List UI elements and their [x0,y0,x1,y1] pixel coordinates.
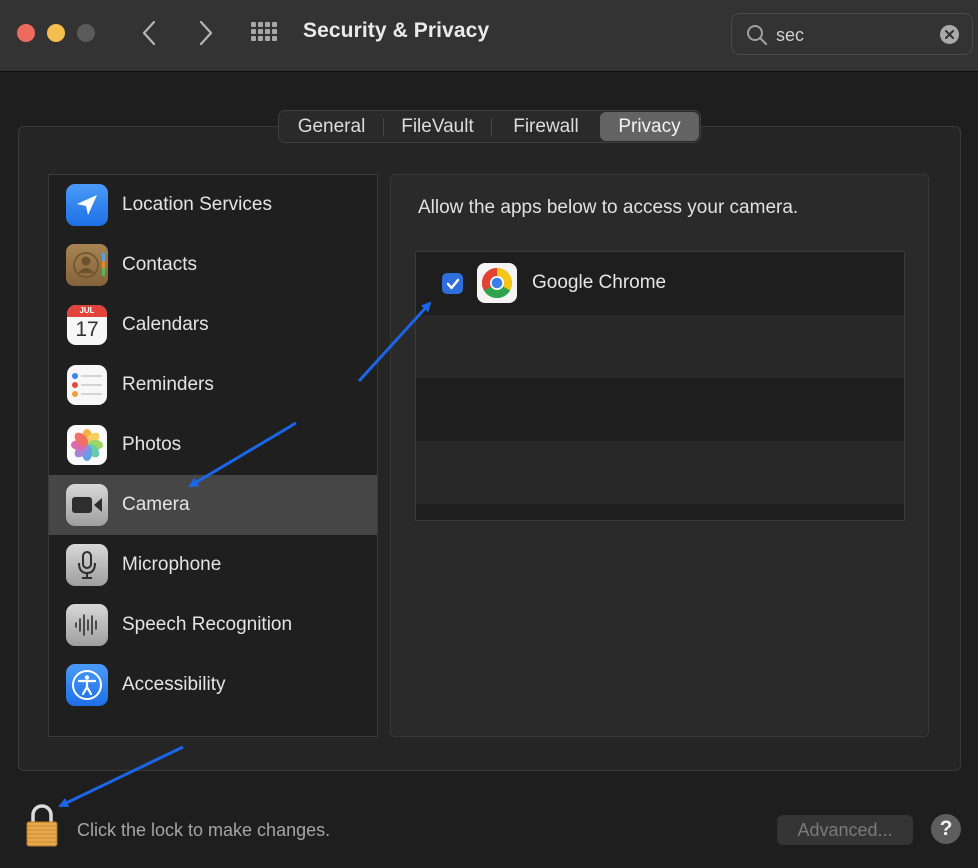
sidebar-item-label: Calendars [122,314,209,335]
app-access-list[interactable]: Google Chrome [415,251,905,521]
grid-dot-icon [272,22,277,27]
tab-general[interactable]: General [280,112,383,141]
empty-list-row [416,504,904,520]
grid-dot-icon [265,29,270,34]
chevron-right-icon [199,20,213,46]
privacy-category-list[interactable]: Location Services Contacts JUL 17 Calend… [48,174,378,737]
empty-list-row [416,441,904,504]
zoom-window-button[interactable] [77,24,95,42]
close-icon [945,30,954,39]
sidebar-item-photos[interactable]: Photos [49,415,377,475]
lock-status-text: Click the lock to make changes. [77,820,331,840]
close-window-button[interactable] [17,24,35,42]
microphone-icon [66,544,108,586]
help-button[interactable]: ? [931,814,961,844]
checkmark-icon [446,278,459,289]
calendar-day: 17 [75,318,99,341]
calendar-icon: JUL 17 [67,305,107,345]
panel-description: Allow the apps below to access your came… [418,197,799,218]
padlock-icon [26,804,58,847]
tab-firewall[interactable]: Firewall [492,112,600,141]
grid-dot-icon [251,22,256,27]
chrome-icon [477,263,517,303]
sidebar-item-label: Contacts [122,254,197,275]
camera-access-panel: Allow the apps below to access your came… [390,174,929,737]
contacts-icon [66,244,108,286]
search-field[interactable] [731,13,973,55]
grid-dot-icon [258,22,263,27]
app-row-google-chrome[interactable]: Google Chrome [416,252,904,315]
chevron-left-icon [142,20,156,46]
sidebar-item-location-services[interactable]: Location Services [49,175,377,235]
accessibility-icon [66,664,108,706]
grid-dot-icon [251,29,256,34]
location-arrow-icon [66,184,108,226]
grid-dot-icon [272,36,277,41]
grid-dot-icon [251,36,256,41]
title-bar: Security & Privacy [0,0,978,72]
reminders-icon [67,365,107,405]
sidebar-item-microphone[interactable]: Microphone [49,535,377,595]
grid-dot-icon [265,36,270,41]
lock-button[interactable] [24,803,60,847]
forward-button[interactable] [191,17,221,49]
grid-dot-icon [258,36,263,41]
sidebar-item-accessibility[interactable]: Accessibility [49,655,377,715]
grid-dot-icon [258,29,263,34]
show-all-grid-button[interactable] [251,22,281,44]
sidebar-item-calendars[interactable]: JUL 17 Calendars [49,295,377,355]
security-privacy-window: Security & Privacy General FileVault Fir… [0,0,978,868]
tab-bar: General FileVault Firewall Privacy [278,110,701,143]
sidebar-item-label: Photos [122,434,182,455]
empty-list-row [416,315,904,378]
sidebar-item-contacts[interactable]: Contacts [49,235,377,295]
camera-icon [66,484,108,526]
calendar-month: JUL [67,305,107,317]
grid-dot-icon [272,29,277,34]
sidebar-item-reminders[interactable]: Reminders [49,355,377,415]
app-name: Google Chrome [532,272,667,293]
tab-privacy[interactable]: Privacy [599,112,699,141]
allow-camera-checkbox[interactable] [442,273,463,294]
back-button[interactable] [134,17,164,49]
sidebar-item-label: Camera [122,494,190,515]
sidebar-item-label: Accessibility [122,674,226,695]
tab-filevault[interactable]: FileVault [384,112,491,141]
sidebar-item-label: Reminders [122,374,214,395]
sidebar-item-label: Location Services [122,194,272,215]
photos-icon [67,425,107,465]
search-input[interactable] [776,22,936,48]
clear-search-button[interactable] [940,25,959,44]
window-title: Security & Privacy [303,19,490,42]
minimize-window-button[interactable] [47,24,65,42]
empty-list-row [416,378,904,441]
sidebar-item-label: Microphone [122,554,222,575]
search-icon [747,25,768,46]
speech-waveform-icon [66,604,108,646]
advanced-button[interactable]: Advanced... [777,815,913,845]
sidebar-item-label: Speech Recognition [122,614,293,635]
grid-dot-icon [265,22,270,27]
sidebar-item-speech-recognition[interactable]: Speech Recognition [49,595,377,655]
sidebar-item-camera[interactable]: Camera [49,475,377,535]
